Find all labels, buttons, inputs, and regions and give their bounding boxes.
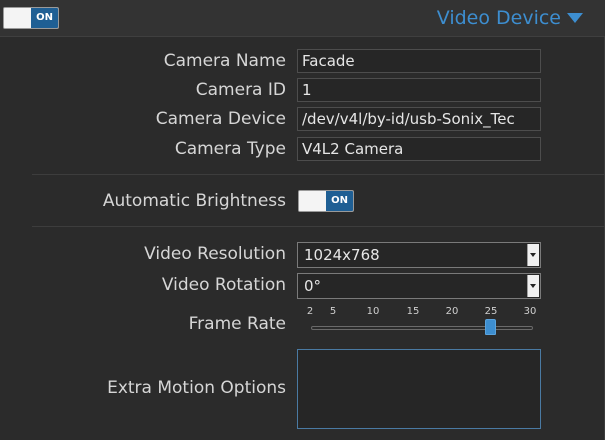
section-divider [32,174,605,175]
frame-rate-tick: 25 [484,306,498,317]
frame-rate-tick: 15 [406,306,420,317]
frame-rate-label: Frame Rate [188,314,286,334]
section-header: ON Video Device [0,0,605,37]
dropdown-arrow-icon[interactable] [527,244,539,266]
automatic-brightness-toggle[interactable]: ON [298,190,354,212]
section-title[interactable]: Video Device [437,7,561,29]
frame-rate-tick: 2 [306,306,314,317]
automatic-brightness-label: Automatic Brightness [102,191,286,211]
video-resolution-value: 1024x768 [304,246,380,264]
toggle-knob [299,191,328,211]
frame-rate-slider-track[interactable] [311,326,533,330]
frame-rate-slider-handle[interactable] [485,319,497,335]
camera-device-input[interactable]: /dev/v4l/by-id/usb-Sonix_Tec [297,107,541,131]
camera-name-label: Camera Name [163,51,286,71]
section-enable-toggle[interactable]: ON [3,7,59,29]
camera-id-input[interactable]: 1 [297,78,541,102]
video-resolution-label: Video Resolution [144,244,286,264]
extra-motion-options-label: Extra Motion Options [107,378,286,398]
toggle-knob [4,8,33,28]
camera-type-input[interactable]: V4L2 Camera [297,137,541,161]
frame-rate-tick: 30 [523,306,537,317]
toggle-on-label: ON [326,191,353,211]
camera-type-label: Camera Type [174,139,286,159]
frame-rate-tick: 5 [329,306,337,317]
camera-id-label: Camera ID [195,80,286,100]
camera-device-label: Camera Device [155,109,286,129]
frame-rate-tick: 10 [366,306,380,317]
video-rotation-value: 0° [304,277,322,295]
frame-rate-tick: 20 [445,306,459,317]
toggle-on-label: ON [31,8,58,28]
camera-name-input[interactable]: Facade [297,49,541,73]
video-resolution-select[interactable]: 1024x768 [297,242,541,268]
camera-settings-panel: ON Video Device Camera Name Facade Camer… [0,0,605,440]
caret-down-icon[interactable] [567,13,583,23]
section-divider [32,226,605,227]
dropdown-arrow-icon[interactable] [527,275,539,297]
video-rotation-label: Video Rotation [161,275,286,295]
extra-motion-options-textarea[interactable] [297,349,541,429]
video-rotation-select[interactable]: 0° [297,273,541,299]
